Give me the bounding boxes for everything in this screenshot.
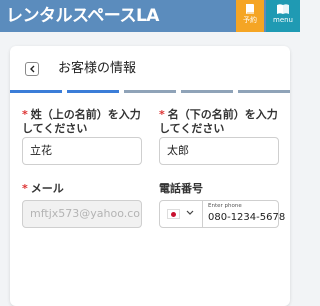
chevron-down-icon (186, 210, 194, 215)
email-input[interactable]: mftjx573@yahoo.co.jp (22, 200, 142, 228)
email-label: * メール (22, 182, 64, 195)
menu-book-icon (277, 4, 289, 14)
progress-step (124, 90, 176, 93)
page-title: お客様の情報 (58, 61, 137, 76)
menu-button[interactable]: menu (266, 0, 300, 32)
progress-step (181, 90, 233, 93)
progress-step (67, 90, 119, 93)
reserve-button[interactable]: 予約 (236, 0, 264, 32)
first-name-label: * 名（下の名前）を入力してください (159, 108, 278, 135)
required-mark: * (159, 108, 165, 121)
menu-label: menu (273, 16, 293, 24)
required-mark: * (22, 182, 28, 195)
last-name-input[interactable]: 立花 (22, 137, 142, 165)
country-code-select[interactable] (160, 201, 203, 227)
chevron-left-icon (30, 65, 35, 73)
app-header: レンタルスペースLA 予約 menu (0, 0, 300, 32)
phone-placeholder: Enter phone (208, 203, 242, 209)
brand-logo[interactable]: レンタルスペースLA (6, 4, 159, 28)
progress-step (10, 90, 62, 93)
reserve-label: 予約 (243, 16, 257, 24)
progress-step (238, 90, 290, 93)
first-name-input[interactable]: 太郎 (159, 137, 279, 165)
back-button[interactable] (25, 62, 39, 76)
customer-info-card: お客様の情報 * 姓（上の名前）を入力してください 立花 * 名（下の名前）を入力し… (10, 46, 290, 306)
book-icon (246, 4, 254, 14)
japan-flag-icon (167, 209, 180, 219)
progress-steps (10, 90, 290, 94)
last-name-label: * 姓（上の名前）を入力してください (22, 108, 141, 135)
phone-field: Enter phone 080-1234-5678 (159, 200, 285, 228)
required-mark: * (22, 108, 28, 121)
phone-input[interactable]: 080-1234-5678 (208, 212, 285, 223)
phone-label: 電話番号 (159, 182, 203, 195)
